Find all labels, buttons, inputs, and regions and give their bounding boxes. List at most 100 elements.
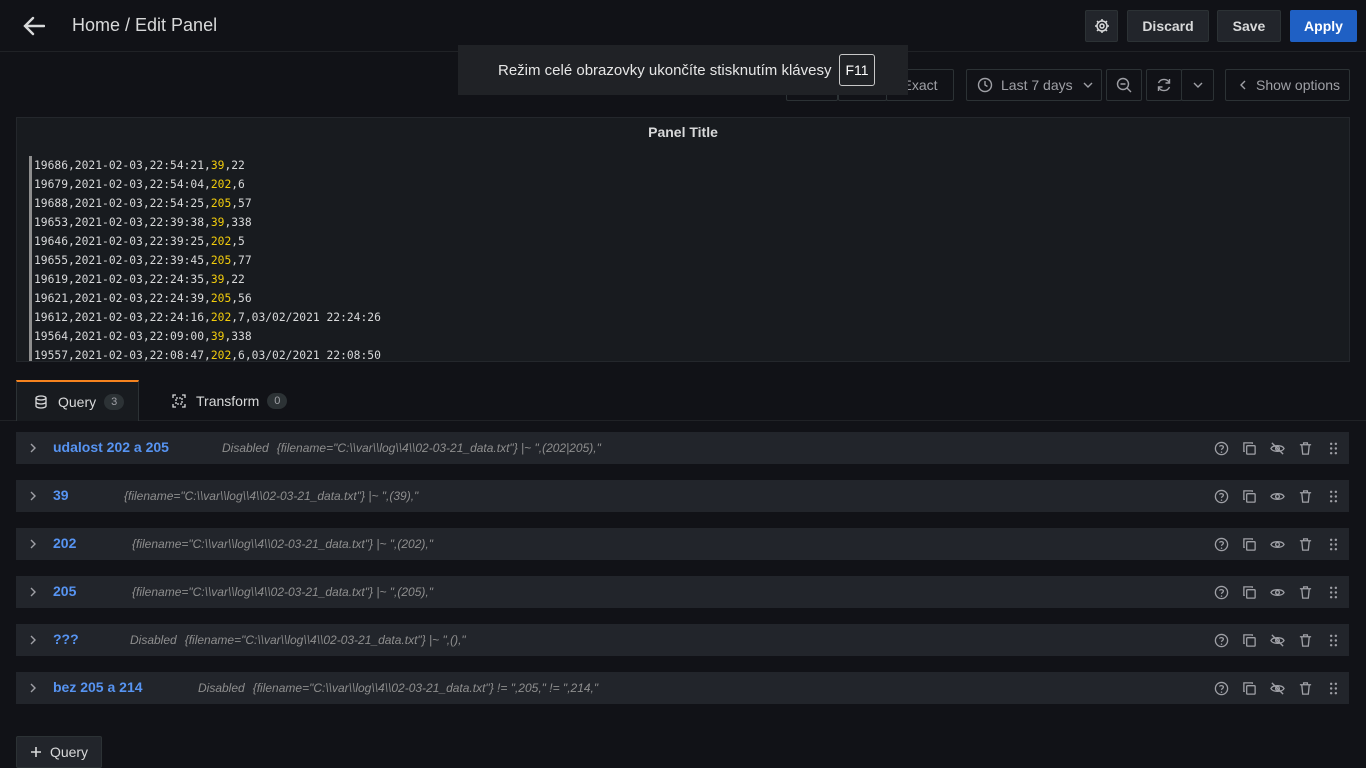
chevron-right-icon[interactable] [26,441,40,455]
refresh-interval-dropdown[interactable] [1181,69,1214,101]
toggle-visibility-button[interactable] [1269,440,1285,456]
trash-icon [1299,489,1311,503]
log-line[interactable]: 19679,2021-02-03,22:54:04,202,6 [29,175,381,194]
log-line[interactable]: 19653,2021-02-03,22:39:38,39,338 [29,213,381,232]
toggle-visibility-button[interactable] [1269,488,1285,504]
query-row[interactable]: 205 {filename="C:\\var\\log\\4\\02-03-21_… [16,576,1349,608]
panel-title[interactable]: Panel Title [17,124,1349,140]
add-query-button[interactable]: Query [16,736,102,768]
log-line[interactable]: 19557,2021-02-03,22:08:47,202,6,03/02/20… [29,346,381,361]
toggle-visibility-button[interactable] [1269,584,1285,600]
help-button[interactable] [1213,536,1229,552]
log-text: 19686,2021-02-03,22:54:21, [34,159,211,172]
log-line[interactable]: 19612,2021-02-03,22:24:16,202,7,03/02/20… [29,308,381,327]
copy-icon [1242,681,1256,695]
duplicate-button[interactable] [1241,488,1257,504]
log-text: ,22 [224,273,245,286]
query-row[interactable]: bez 205 a 214 Disabled {filename="C:\\var\… [16,672,1349,704]
query-name[interactable]: ??? [53,631,79,647]
show-options-label: Show options [1256,77,1341,93]
apply-button[interactable]: Apply [1290,10,1357,42]
log-text: 19655,2021-02-03,22:39:45, [34,254,211,267]
log-line[interactable]: 19655,2021-02-03,22:39:45,205,77 [29,251,381,270]
chevron-right-icon[interactable] [26,585,40,599]
duplicate-button[interactable] [1241,632,1257,648]
delete-button[interactable] [1297,632,1313,648]
query-row[interactable]: udalost 202 a 205 Disabled {filename="C:\\… [16,432,1349,464]
copy-icon [1242,633,1256,647]
query-name[interactable]: bez 205 a 214 [53,679,143,695]
query-row[interactable]: 39 {filename="C:\\var\\log\\4\\02-03-21_d… [16,480,1349,512]
query-expression: {filename="C:\\var\\log\\4\\02-03-21_dat… [132,537,433,551]
chevron-down-icon [1193,82,1202,88]
zoom-out-button[interactable] [1106,69,1142,101]
copy-icon [1242,489,1256,503]
query-row[interactable]: ??? Disabled {filename="C:\\var\\log\\4\\0… [16,624,1349,656]
query-expression: {filename="C:\\var\\log\\4\\02-03-21_dat… [184,633,466,647]
query-name[interactable]: 202 [53,535,76,551]
log-line[interactable]: 19564,2021-02-03,22:09:00,39,338 [29,327,381,346]
log-line[interactable]: 19688,2021-02-03,22:54:25,205,57 [29,194,381,213]
tab-transform-label: Transform [196,392,260,409]
disabled-label: Disabled [130,633,177,647]
query-row[interactable]: 202 {filename="C:\\var\\log\\4\\02-03-21_… [16,528,1349,560]
tab-query-count: 3 [104,393,125,410]
help-icon [1214,681,1228,695]
chevron-right-icon[interactable] [26,681,40,695]
log-line[interactable]: 19686,2021-02-03,22:54:21,39,22 [29,156,381,175]
log-line[interactable]: 19621,2021-02-03,22:24:39,205,56 [29,289,381,308]
toggle-visibility-button[interactable] [1269,680,1285,696]
eye-icon [1269,588,1285,596]
drag-handle[interactable] [1325,488,1341,504]
query-name[interactable]: udalost 202 a 205 [53,439,169,455]
save-button[interactable]: Save [1217,10,1281,42]
drag-handle[interactable] [1325,680,1341,696]
drag-handle-icon [1329,490,1337,502]
gear-icon [1094,19,1109,33]
query-name[interactable]: 205 [53,583,76,599]
delete-button[interactable] [1297,536,1313,552]
drag-handle[interactable] [1325,632,1341,648]
duplicate-button[interactable] [1241,584,1257,600]
help-button[interactable] [1213,440,1229,456]
drag-handle[interactable] [1325,584,1341,600]
query-name[interactable]: 39 [53,487,69,503]
chevron-left-icon [1240,80,1246,90]
duplicate-button[interactable] [1241,680,1257,696]
drag-handle[interactable] [1325,536,1341,552]
toggle-visibility-button[interactable] [1269,536,1285,552]
show-options-button[interactable]: Show options [1225,69,1350,101]
help-button[interactable] [1213,680,1229,696]
tab-transform-count: 0 [267,392,288,409]
tab-query[interactable]: Query 3 [16,380,139,421]
panel-preview: Panel Title 19686,2021-02-03,22:54:21,39… [16,117,1350,362]
delete-button[interactable] [1297,584,1313,600]
help-icon [1214,633,1228,647]
chevron-right-icon[interactable] [26,633,40,647]
back-arrow-icon[interactable] [20,13,48,39]
duplicate-button[interactable] [1241,440,1257,456]
toggle-visibility-button[interactable] [1269,632,1285,648]
log-text: ,56 [231,292,252,305]
help-button[interactable] [1213,632,1229,648]
query-actions [1213,680,1341,696]
time-range-picker[interactable]: Last 7 days [966,69,1102,101]
help-button[interactable] [1213,584,1229,600]
drag-handle[interactable] [1325,440,1341,456]
log-line[interactable]: 19646,2021-02-03,22:39:25,202,5 [29,232,381,251]
delete-button[interactable] [1297,440,1313,456]
delete-button[interactable] [1297,680,1313,696]
log-line[interactable]: 19619,2021-02-03,22:24:35,39,22 [29,270,381,289]
chevron-right-icon[interactable] [26,489,40,503]
query-expression: {filename="C:\\var\\log\\4\\02-03-21_dat… [124,489,419,503]
delete-button[interactable] [1297,488,1313,504]
trash-icon [1299,681,1311,695]
refresh-button[interactable] [1146,69,1182,101]
settings-button[interactable] [1085,10,1118,42]
tab-transform[interactable]: Transform 0 [172,380,288,421]
help-button[interactable] [1213,488,1229,504]
chevron-right-icon[interactable] [26,537,40,551]
duplicate-button[interactable] [1241,536,1257,552]
discard-button[interactable]: Discard [1127,10,1209,42]
log-text: 19688,2021-02-03,22:54:25, [34,197,211,210]
